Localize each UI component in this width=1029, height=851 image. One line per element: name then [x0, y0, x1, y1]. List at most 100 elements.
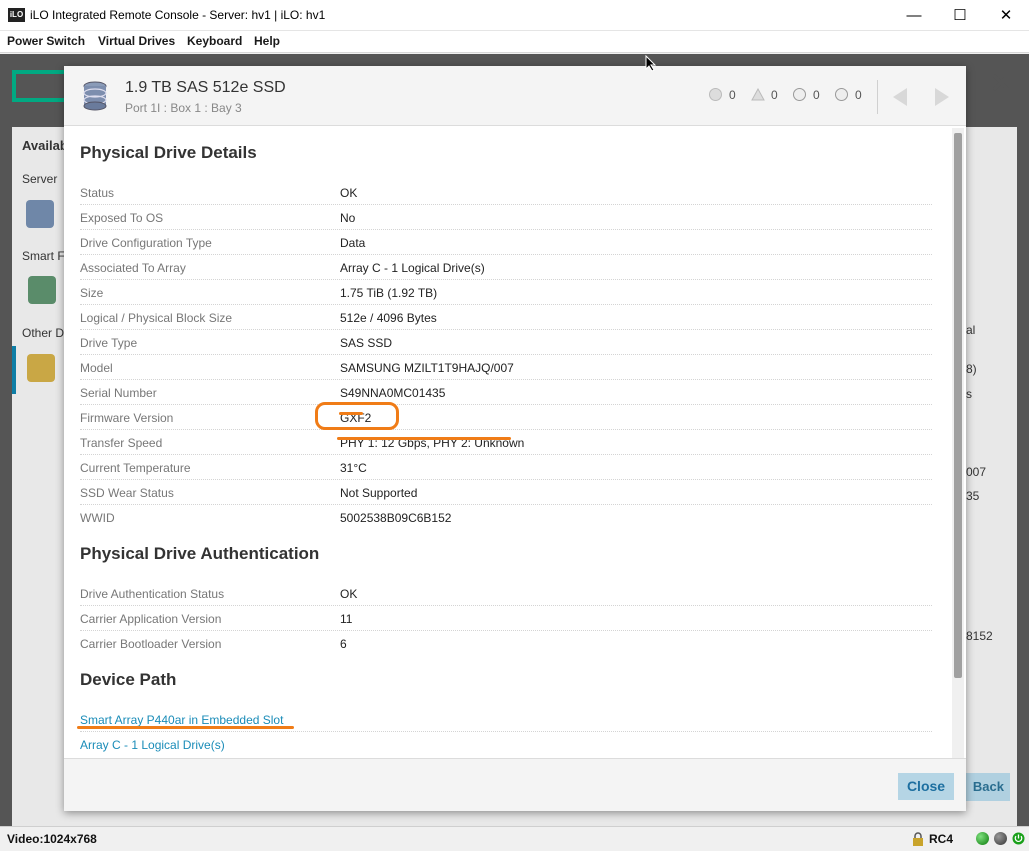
- warning-count: 0: [751, 87, 778, 102]
- auth-value: 11: [340, 612, 353, 626]
- detail-row: Logical / Physical Block Size 512e / 4096…: [80, 305, 932, 330]
- detail-label: Associated To Array: [80, 261, 186, 275]
- detail-label: Drive Configuration Type: [80, 236, 212, 250]
- detail-label: Current Temperature: [80, 461, 191, 475]
- warning-count-value: 0: [771, 88, 778, 102]
- detail-value: No: [340, 211, 356, 225]
- detail-value: 31°C: [340, 461, 367, 475]
- auth-row: Drive Authentication Status OK: [80, 581, 932, 606]
- info-count-value: 0: [813, 88, 820, 102]
- menu-keyboard[interactable]: Keyboard: [187, 34, 242, 48]
- annotation-underline-controller: [77, 726, 294, 729]
- detail-row: WWID 5002538B09C6B152: [80, 505, 932, 530]
- drive-details-dialog: 1.9 TB SAS 512e SSD Port 1I : Box 1 : Ba…: [64, 66, 966, 811]
- ilo-app-icon: iLO: [8, 8, 25, 22]
- section-title-details: Physical Drive Details: [80, 143, 257, 162]
- auth-value: 6: [340, 637, 347, 651]
- auth-row: Carrier Bootloader Version 6: [80, 631, 932, 656]
- scrollbar-thumb[interactable]: [954, 133, 962, 678]
- info-count: 0: [793, 88, 820, 102]
- auth-row: Carrier Application Version 11: [80, 606, 932, 631]
- path-link-array[interactable]: Array C - 1 Logical Drive(s): [80, 738, 225, 752]
- detail-value: OK: [340, 186, 358, 200]
- detail-value: Data: [340, 236, 366, 250]
- detail-value: Array C - 1 Logical Drive(s): [340, 261, 485, 275]
- detail-value: S49NNA0MC01435: [340, 386, 446, 400]
- detail-label: Serial Number: [80, 386, 157, 400]
- detail-row: Model SAMSUNG MZILT1T9HAJQ/007: [80, 355, 932, 380]
- green-status-led-icon: [976, 832, 989, 845]
- section-title-auth: Physical Drive Authentication: [80, 544, 320, 563]
- detail-row: Size 1.75 TiB (1.92 TB): [80, 280, 932, 305]
- remote-console-window: iLO iLO Integrated Remote Console - Serv…: [0, 0, 1029, 851]
- dialog-scrollbar[interactable]: [952, 128, 964, 758]
- warning-status-icon: [751, 87, 765, 101]
- path-link-controller[interactable]: Smart Array P440ar in Embedded Slot: [80, 713, 283, 727]
- critical-status-icon: [709, 88, 722, 101]
- menu-help[interactable]: Help: [254, 34, 280, 48]
- video-resolution: Video:1024x768: [7, 832, 97, 846]
- detail-label: Logical / Physical Block Size: [80, 311, 233, 325]
- menu-power-switch[interactable]: Power Switch: [7, 34, 85, 48]
- unknown-status-icon: [835, 88, 848, 101]
- previous-arrow-icon[interactable]: [887, 84, 913, 110]
- bg-server-label: Server: [22, 172, 58, 186]
- detail-value: 512e / 4096 Bytes: [340, 311, 437, 325]
- bg-fragment: al: [966, 323, 976, 337]
- auth-label: Drive Authentication Status: [80, 587, 225, 601]
- unknown-count: 0: [835, 88, 862, 102]
- detail-row: SSD Wear Status Not Supported: [80, 480, 932, 505]
- dialog-title: 1.9 TB SAS 512e SSD: [125, 79, 286, 96]
- detail-row: Serial Number S49NNA0MC01435: [80, 380, 932, 405]
- detail-row: Associated To Array Array C - 1 Logical D…: [80, 255, 932, 280]
- drive-icon: [27, 354, 55, 382]
- next-arrow-icon[interactable]: [929, 84, 955, 110]
- hpe-logo: [12, 70, 72, 102]
- encryption-label: RC4: [929, 832, 954, 846]
- bg-fragment: s: [966, 387, 972, 401]
- power-icon[interactable]: [1012, 832, 1025, 845]
- server-icon: [26, 200, 54, 228]
- detail-row: Firmware Version GXF2: [80, 405, 932, 430]
- critical-count: 0: [709, 88, 736, 102]
- detail-row: Transfer Speed PHY 1: 12 Gbps, PHY 2: Unk…: [80, 430, 932, 455]
- detail-value: 5002538B09C6B152: [340, 511, 452, 525]
- detail-row: Current Temperature 31°C: [80, 455, 932, 480]
- minimize-button[interactable]: —: [891, 0, 937, 31]
- auth-value: OK: [340, 587, 358, 601]
- bg-smart-label: Smart F: [22, 249, 65, 263]
- annotation-circle-firmware: [315, 402, 399, 430]
- critical-count-value: 0: [729, 88, 736, 102]
- dialog-body: Physical Drive Details Status OK Exposed …: [64, 127, 954, 757]
- detail-row: Drive Type SAS SSD: [80, 330, 932, 355]
- detail-label: Exposed To OS: [80, 211, 164, 225]
- menu-virtual-drives[interactable]: Virtual Drives: [98, 34, 175, 48]
- detail-label: WWID: [80, 511, 115, 525]
- background-close-icon[interactable]: ✕: [990, 68, 1012, 99]
- detail-label: Model: [80, 361, 113, 375]
- selected-item-accent: [12, 346, 16, 394]
- status-bar: Video:1024x768 RC4: [0, 826, 1029, 851]
- detail-label: Status: [80, 186, 115, 200]
- menu-bar: Power Switch Virtual Drives Keyboard Hel…: [0, 31, 1029, 53]
- dialog-header: 1.9 TB SAS 512e SSD Port 1I : Box 1 : Ba…: [64, 66, 966, 126]
- detail-label: SSD Wear Status: [80, 486, 174, 500]
- detail-row: Status OK: [80, 180, 932, 205]
- gray-status-led-icon: [994, 832, 1007, 845]
- auth-label: Carrier Application Version: [80, 612, 222, 626]
- bg-fragment: 8152: [966, 629, 993, 643]
- detail-value: Not Supported: [340, 486, 418, 500]
- close-button[interactable]: Close: [898, 773, 954, 800]
- detail-label: Drive Type: [80, 336, 138, 350]
- detail-value: 1.75 TiB (1.92 TB): [340, 286, 438, 300]
- title-bar: iLO iLO Integrated Remote Console - Serv…: [0, 0, 1029, 31]
- close-window-button[interactable]: ✕: [983, 0, 1029, 31]
- maximize-button[interactable]: ☐: [937, 0, 983, 31]
- detail-row: Exposed To OS No: [80, 205, 932, 230]
- annotation-underline-model: [337, 437, 511, 440]
- detail-label: Size: [80, 286, 104, 300]
- detail-label: Transfer Speed: [80, 436, 163, 450]
- dialog-footer: Close: [64, 758, 966, 811]
- bg-other-label: Other D: [22, 326, 65, 340]
- storage-controller-icon: [28, 276, 56, 304]
